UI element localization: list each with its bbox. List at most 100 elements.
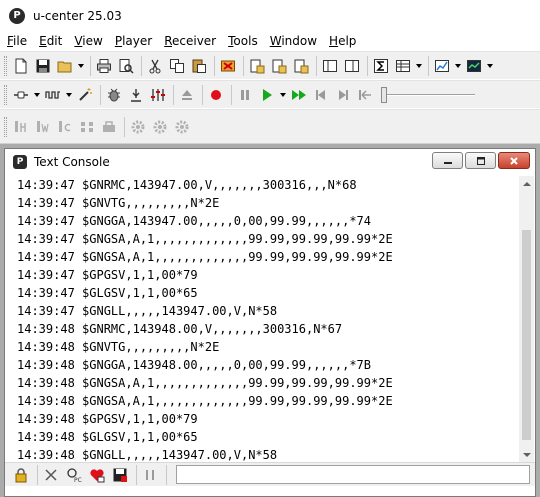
reset-button[interactable] [77,117,97,137]
print-button[interactable] [94,56,114,76]
communication-port-button[interactable] [11,85,31,105]
fast-forward-button[interactable] [289,85,309,105]
text-console-titlebar[interactable]: P Text Console [5,149,535,175]
separator [316,55,317,76]
scroll-up-arrow[interactable] [519,176,534,191]
open-dropdown[interactable] [77,56,85,76]
play-icon [263,88,272,101]
lock-button[interactable] [11,465,31,485]
docking-view-1-icon [250,59,265,73]
separator [428,55,429,76]
toolbar-grip[interactable] [4,116,7,137]
toolbar-grip[interactable] [4,84,7,105]
console-line: 14:39:47 $GNGSA,A,1,,,,,,,,,,,,,99.99,99… [17,250,393,264]
pause-button[interactable] [235,85,255,105]
hot-start-button[interactable] [11,117,31,137]
packet-view-button[interactable] [320,56,340,76]
menu-help[interactable]: Help [323,31,362,51]
filter-pc-button[interactable]: PC [64,465,84,485]
baudrate-dropdown[interactable] [65,85,73,105]
messages-view-button[interactable] [371,56,391,76]
slider-thumb[interactable] [381,86,387,103]
menu-file[interactable]: File [0,31,33,51]
vertical-scrollbar[interactable] [519,176,534,462]
minimize-button[interactable] [432,152,463,169]
restore-button[interactable] [465,152,496,169]
record-button[interactable] [206,85,226,105]
chart-view-dropdown[interactable] [454,56,462,76]
text-console-icon: P [13,155,27,169]
docking-view-3-button[interactable] [291,56,311,76]
chart-view-button[interactable] [432,56,452,76]
scroll-thumb[interactable] [522,230,531,440]
step-forward-button[interactable] [333,85,353,105]
menu-view-label: iew [82,34,103,48]
docking-view-2-button[interactable] [269,56,289,76]
save-button[interactable] [33,56,53,76]
sigma-icon [374,58,388,73]
play-button[interactable] [257,85,277,105]
console-line: 14:39:48 $GNGGA,143948.00,,,,,0,00,99.99… [17,358,372,372]
print-preview-icon [119,58,134,74]
playback-position-slider[interactable] [381,85,475,105]
menu-player[interactable]: Player [109,31,158,51]
heart-icon [90,468,105,482]
menu-bar: File Edit View Player Receiver Tools Win… [0,31,540,51]
equalizer-button[interactable] [148,85,168,105]
communication-port-dropdown[interactable] [33,85,41,105]
gnss-restart-button[interactable] [99,117,119,137]
menu-tools[interactable]: Tools [222,31,264,51]
open-button[interactable] [55,56,75,76]
histogram-view-dropdown[interactable] [486,56,494,76]
scroll-down-arrow[interactable] [519,447,534,462]
console-line: 14:39:48 $GPGSV,1,1,00*79 [17,412,198,426]
close-button[interactable] [498,152,530,169]
go-to-start-button[interactable] [355,85,375,105]
config-revert-button[interactable] [172,117,192,137]
paste-button[interactable] [189,56,209,76]
warm-start-button[interactable] [33,117,53,137]
bug-icon [108,88,120,101]
console-text-area[interactable]: 14:39:47 $GNRMC,143947.00,V,,,,,,,300316… [9,176,521,461]
cut-button[interactable] [145,56,165,76]
step-back-icon [316,89,325,100]
toolbar-grip[interactable] [4,55,7,76]
docking-view-1-button[interactable] [247,56,267,76]
baudrate-button[interactable] [43,85,63,105]
play-dropdown[interactable] [279,85,287,105]
menu-window[interactable]: Window [264,31,323,51]
printer-icon [97,58,111,73]
table-view-dropdown[interactable] [415,56,423,76]
save-console-button[interactable] [110,465,130,485]
connect-button[interactable] [126,85,146,105]
menu-view[interactable]: View [68,31,108,51]
cold-start-button[interactable] [55,117,75,137]
clear-button[interactable] [218,56,238,76]
menu-receiver-label: eceiver [172,34,217,48]
step-back-button[interactable] [311,85,331,105]
separator [367,55,368,76]
config-save-button[interactable] [150,117,170,137]
toolbar-player [0,80,540,108]
hot-start-icon [15,120,26,132]
magic-wand-icon [79,87,92,101]
app-icon: P [9,7,25,24]
menu-receiver[interactable]: Receiver [158,31,222,51]
eject-button[interactable] [177,85,197,105]
filter-receiver-button[interactable] [87,465,107,485]
menu-edit[interactable]: Edit [33,31,68,51]
copy-button[interactable] [167,56,187,76]
histogram-view-button[interactable] [464,56,484,76]
menu-window-accel: W [269,34,282,48]
binary-view-button[interactable] [342,56,362,76]
debug-button[interactable] [104,85,124,105]
autobauding-button[interactable] [75,85,95,105]
pause-console-button[interactable] [140,465,160,485]
clear-console-button[interactable] [41,465,61,485]
table-view-button[interactable] [393,56,413,76]
config-load-button[interactable] [128,117,148,137]
menu-edit-label: dit [46,34,63,48]
print-preview-button[interactable] [116,56,136,76]
new-file-button[interactable] [11,56,31,76]
console-filter-input[interactable] [176,465,530,484]
